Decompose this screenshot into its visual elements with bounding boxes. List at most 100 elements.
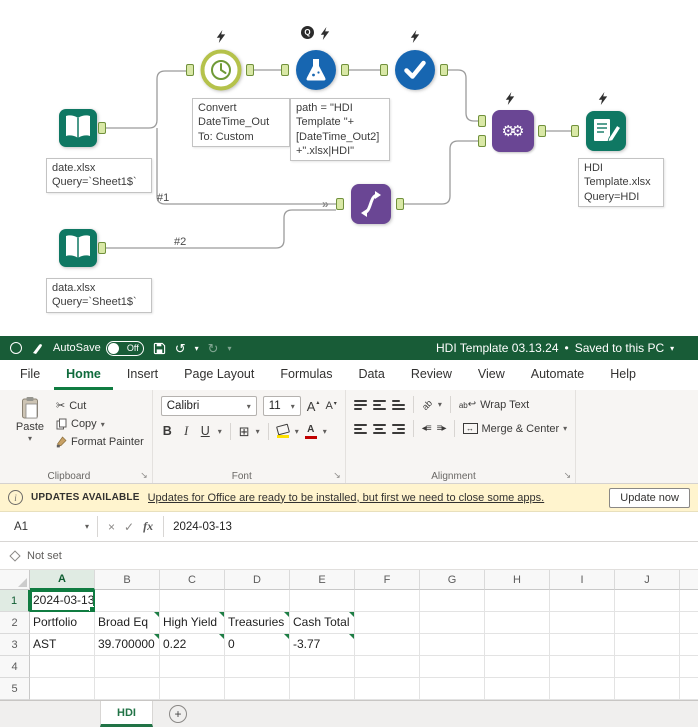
cell-H3[interactable]	[485, 634, 550, 656]
chevron-down-icon[interactable]: ▾	[256, 427, 260, 436]
tab-data[interactable]: Data	[346, 360, 396, 390]
cell-J5[interactable]	[615, 678, 680, 700]
cell-F5[interactable]	[355, 678, 420, 700]
orientation-button[interactable]: ab	[420, 397, 434, 411]
paste-button[interactable]: Paste ▾	[8, 396, 52, 467]
input-anchor[interactable]	[478, 115, 486, 127]
tab-page-layout[interactable]: Page Layout	[172, 360, 266, 390]
insert-function-button[interactable]: fx	[143, 519, 153, 534]
cell-D1[interactable]	[225, 590, 290, 612]
cell-H1[interactable]	[485, 590, 550, 612]
tab-file[interactable]: File	[8, 360, 52, 390]
cell-H2[interactable]	[485, 612, 550, 634]
block-until-done-gears-tool[interactable]: ⚙⚙	[492, 110, 534, 152]
input-anchor[interactable]	[380, 64, 388, 76]
column-header-d[interactable]: D	[225, 570, 290, 590]
align-right-button[interactable]	[391, 423, 405, 434]
cell[interactable]	[680, 678, 698, 700]
row-header-2[interactable]: 2	[0, 612, 30, 634]
sheet-tab-hdi[interactable]: HDI	[100, 701, 153, 727]
tab-review[interactable]: Review	[399, 360, 464, 390]
chevron-down-icon[interactable]: ▾	[438, 400, 442, 409]
cell-J3[interactable]	[615, 634, 680, 656]
tab-formulas[interactable]: Formulas	[268, 360, 344, 390]
column-header-g[interactable]: G	[420, 570, 485, 590]
input-data-tool-data[interactable]	[58, 226, 98, 275]
app-icon[interactable]	[10, 342, 22, 354]
cell-A5[interactable]	[30, 678, 95, 700]
title-dropdown-icon[interactable]: ▾	[670, 344, 674, 353]
cell-D5[interactable]	[225, 678, 290, 700]
cell-D4[interactable]	[225, 656, 290, 678]
underline-button[interactable]: U	[199, 425, 212, 438]
cancel-button[interactable]: ×	[108, 520, 115, 534]
alignment-dialog-launcher[interactable]: ↘	[564, 470, 572, 481]
formula-tool[interactable]	[295, 49, 337, 96]
cell-B4[interactable]	[95, 656, 160, 678]
tab-insert[interactable]: Insert	[115, 360, 170, 390]
cell-A1[interactable]: 2024-03-13	[30, 590, 95, 612]
grow-font-button[interactable]: A ▴	[307, 400, 320, 413]
column-header-b[interactable]: B	[95, 570, 160, 590]
add-sheet-button[interactable]: +	[168, 705, 187, 723]
cell[interactable]	[680, 590, 698, 612]
tool-annotation-input-data[interactable]: data.xlsx Query=`Sheet1$`	[46, 278, 152, 313]
font-size-select[interactable]: 11 ▾	[262, 396, 301, 416]
column-header-a[interactable]: A	[30, 570, 95, 590]
tab-help[interactable]: Help	[598, 360, 648, 390]
cell[interactable]	[680, 634, 698, 656]
input-anchor[interactable]	[478, 135, 486, 147]
cell-G1[interactable]	[420, 590, 485, 612]
input-anchor[interactable]	[571, 125, 579, 137]
fill-color-button[interactable]	[275, 423, 290, 438]
autosave-switch[interactable]: Off	[105, 340, 144, 356]
formula-input[interactable]: 2024-03-13	[164, 512, 698, 541]
cell-B5[interactable]	[95, 678, 160, 700]
tool-annotation-input-date[interactable]: date.xlsx Query=`Sheet1$`	[46, 158, 152, 193]
output-anchor[interactable]	[246, 64, 254, 76]
font-dialog-launcher[interactable]: ↘	[333, 470, 341, 481]
cell-C2[interactable]: High Yield	[160, 612, 225, 634]
cell-C4[interactable]	[160, 656, 225, 678]
cell-I5[interactable]	[550, 678, 615, 700]
column-header-j[interactable]: J	[615, 570, 680, 590]
column-header-partial[interactable]	[680, 570, 698, 590]
align-top-button[interactable]	[353, 399, 367, 410]
cell-J1[interactable]	[615, 590, 680, 612]
output-anchor[interactable]	[396, 198, 404, 210]
cut-button[interactable]: ✂ Cut	[56, 399, 144, 413]
autosave-toggle[interactable]: AutoSave Off	[53, 340, 144, 356]
cell-F3[interactable]	[355, 634, 420, 656]
cell-D2[interactable]: Treasuries	[225, 612, 290, 634]
cell-E1[interactable]	[290, 590, 355, 612]
cell-H5[interactable]	[485, 678, 550, 700]
check-tool[interactable]	[394, 49, 436, 96]
cell-C5[interactable]	[160, 678, 225, 700]
clipboard-dialog-launcher[interactable]: ↘	[140, 470, 148, 481]
chevron-down-icon[interactable]: ▾	[218, 427, 222, 436]
cell-G2[interactable]	[420, 612, 485, 634]
select-all-corner[interactable]	[0, 570, 30, 590]
cell-G5[interactable]	[420, 678, 485, 700]
input-anchor[interactable]	[186, 64, 194, 76]
chevron-down-icon[interactable]: ▾	[228, 344, 232, 353]
redo-button[interactable]: ↻	[208, 342, 219, 355]
chevron-down-icon[interactable]: ▾	[295, 427, 299, 436]
borders-button[interactable]: ⊞	[239, 425, 250, 438]
font-color-button[interactable]: A	[304, 424, 317, 439]
cell-C3[interactable]: 0.22	[160, 634, 225, 656]
row-header-5[interactable]: 5	[0, 678, 30, 700]
column-header-e[interactable]: E	[290, 570, 355, 590]
output-anchor[interactable]	[538, 125, 546, 137]
input-anchor[interactable]	[281, 64, 289, 76]
column-header-i[interactable]: I	[550, 570, 615, 590]
name-box[interactable]: A1 ▾	[6, 516, 98, 537]
chevron-down-icon[interactable]: ▾	[323, 427, 327, 436]
cell-I3[interactable]	[550, 634, 615, 656]
cell-F1[interactable]	[355, 590, 420, 612]
brush-icon[interactable]	[31, 342, 44, 355]
row-header-4[interactable]: 4	[0, 656, 30, 678]
enter-button[interactable]: ✓	[124, 520, 134, 534]
sensitivity-label[interactable]: Not set	[27, 550, 62, 562]
cell-B2[interactable]: Broad Eq	[95, 612, 160, 634]
